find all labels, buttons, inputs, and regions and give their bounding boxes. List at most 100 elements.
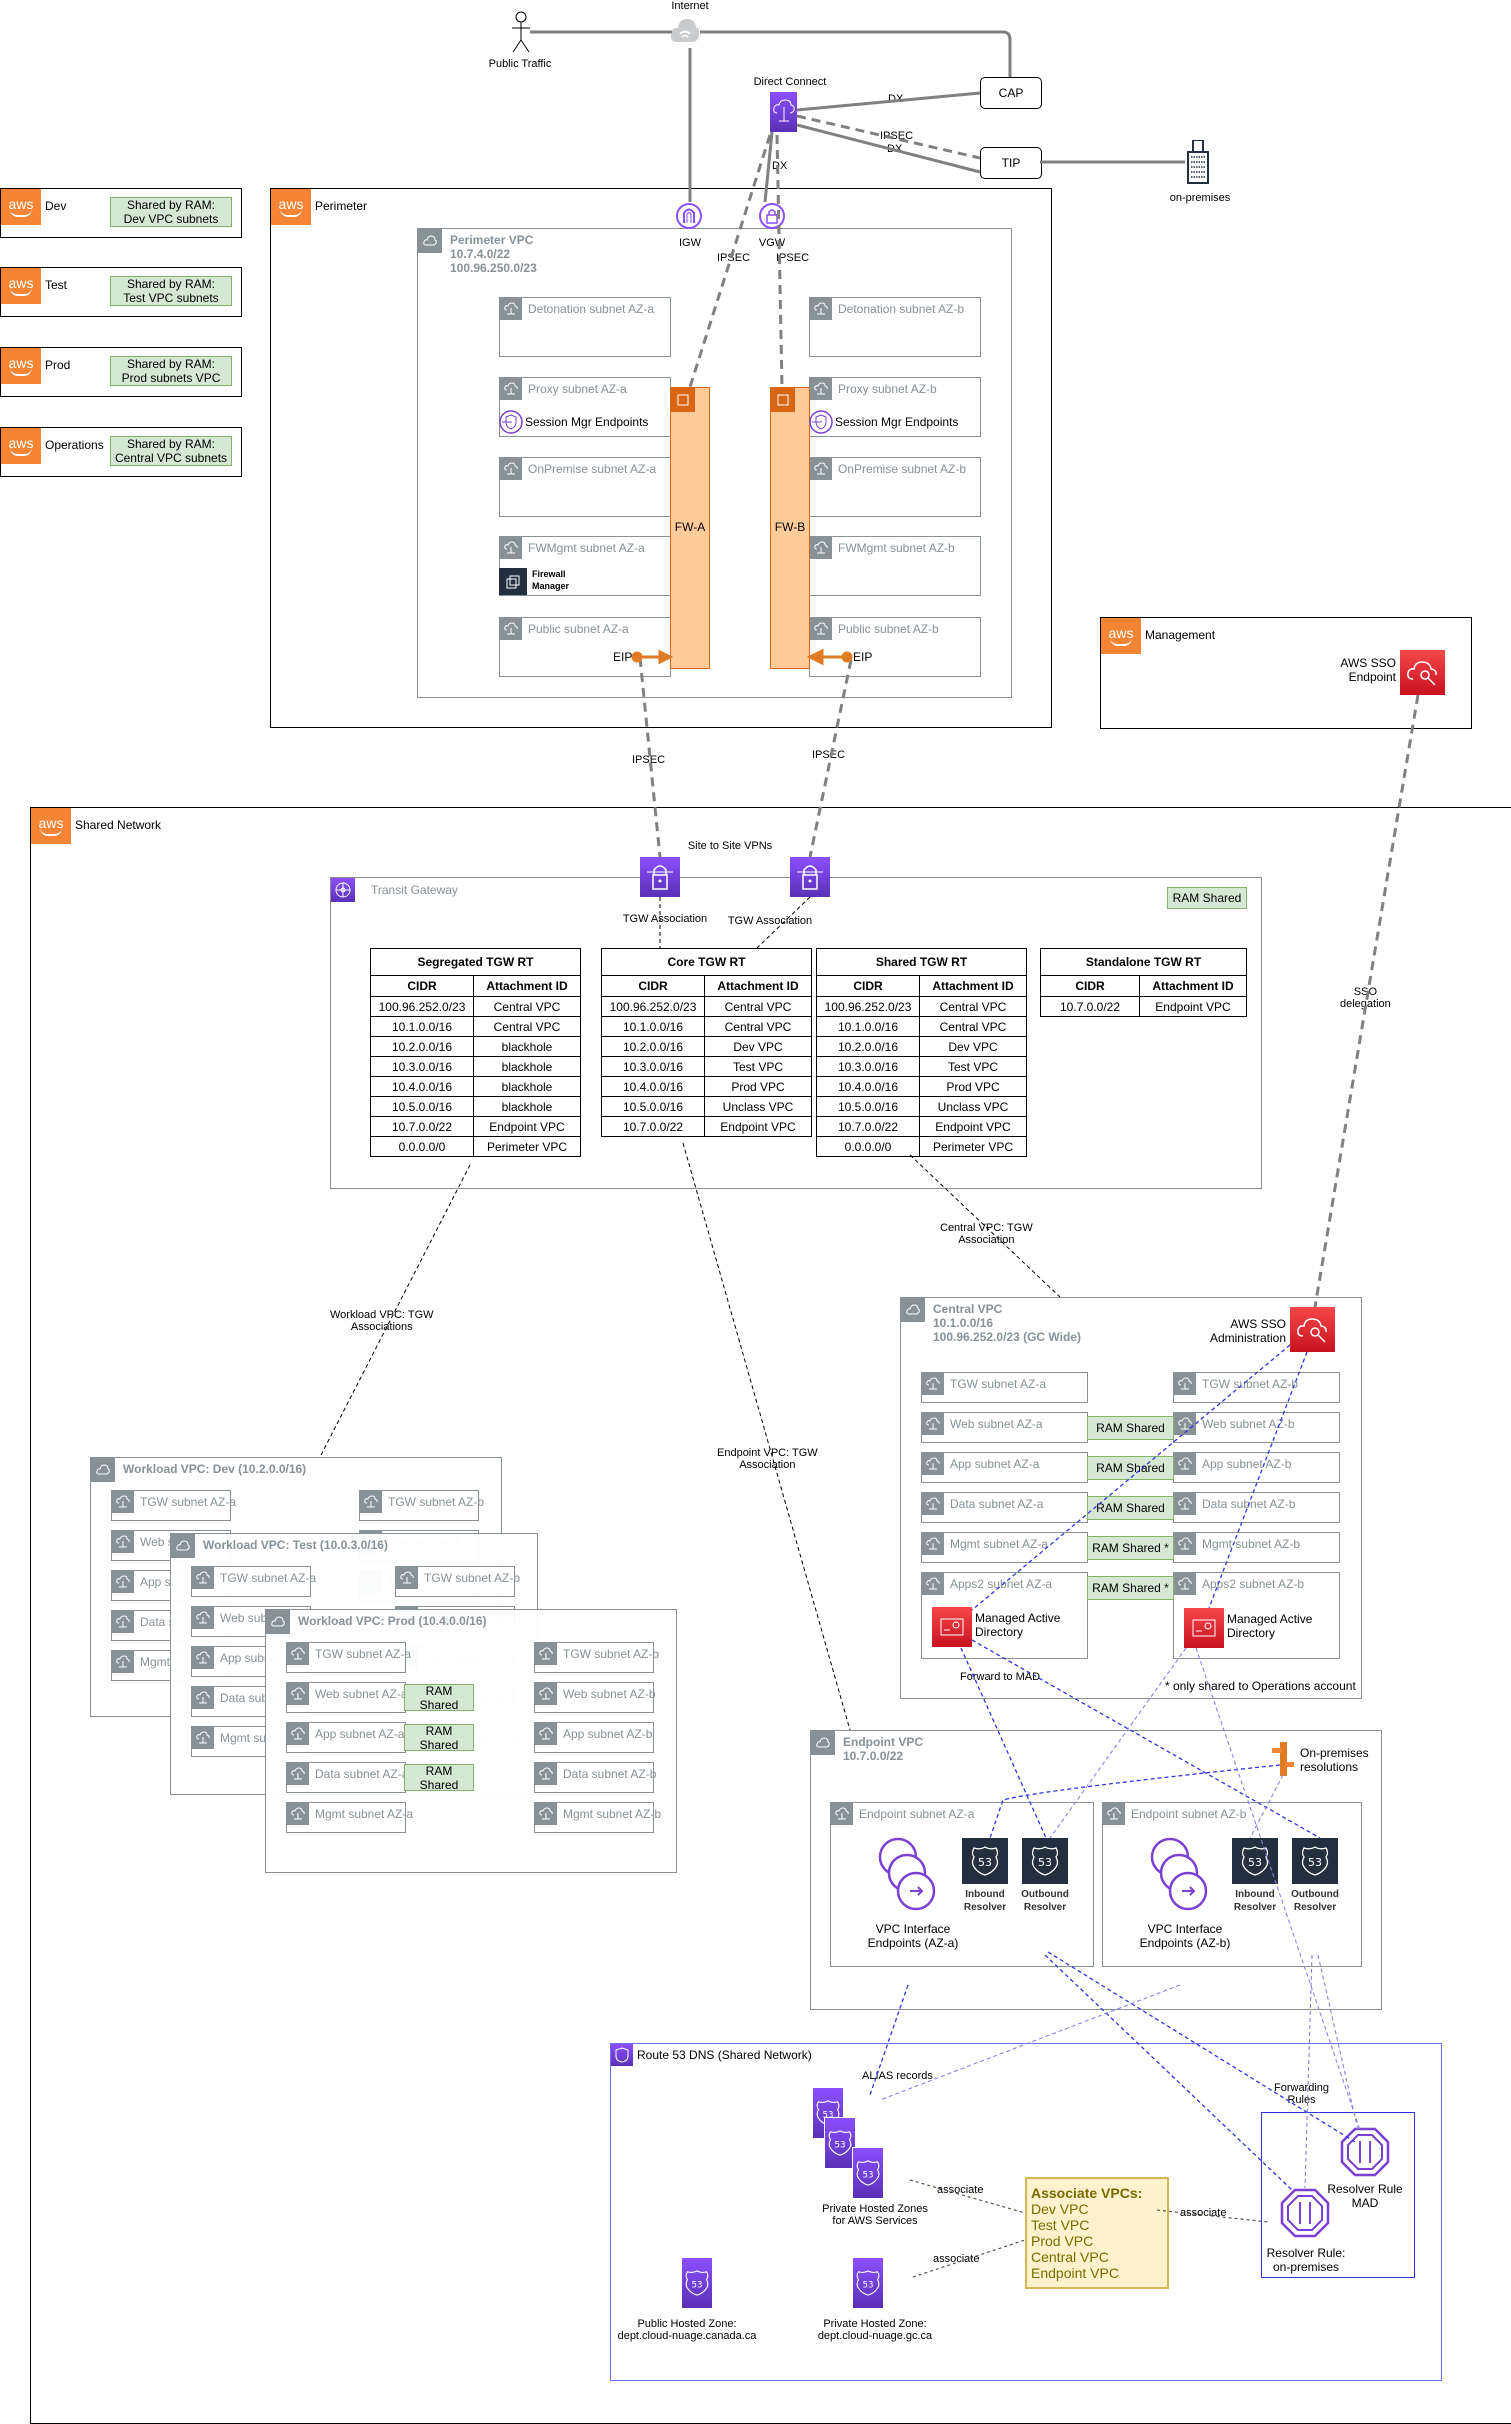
- public-hosted-zone-icon[interactable]: 53: [681, 2257, 713, 2309]
- firewall-b[interactable]: FW-B: [770, 387, 810, 669]
- aws-logo-icon: aws: [1, 428, 41, 464]
- workload-vpc-prod: Workload VPC: Prod (10.4.0.0/16) TGW subn…: [265, 1609, 677, 1873]
- resolver-rule-mad-icon[interactable]: [1340, 2127, 1390, 2177]
- tip-node[interactable]: TIP: [980, 147, 1042, 179]
- resolver-inbound-icon[interactable]: 53: [1232, 1838, 1278, 1884]
- direct-connect-icon[interactable]: [770, 92, 797, 132]
- ram-shared-badge: RAM Shared *: [1087, 1536, 1174, 1560]
- column-header: Attachment ID: [919, 975, 1027, 997]
- subnet-label: Endpoint subnet AZ-a: [859, 1807, 975, 1821]
- route-row: 0.0.0.0/0 Perimeter VPC: [816, 1136, 1027, 1157]
- cidr-cell: 10.3.0.0/16: [601, 1056, 705, 1077]
- workload-subnet-b: TGW subnet AZ-b: [395, 1566, 520, 1597]
- route-row: 10.4.0.0/16 blackhole: [370, 1076, 581, 1097]
- note-item: Test VPC: [1031, 2217, 1090, 2233]
- subnet-label: Web subnet AZ-a: [315, 1687, 408, 1701]
- private-hosted-zone-icon[interactable]: 53: [852, 2257, 884, 2309]
- firewall-label: FW-A: [674, 520, 706, 534]
- perimeter-subnet-a: OnPremise subnet AZ-a: [499, 457, 671, 517]
- subnet-label: Proxy subnet AZ-b: [838, 382, 937, 396]
- dx-label-vgw: DX: [772, 160, 788, 172]
- subnet-icon: [1174, 1573, 1196, 1595]
- note-item: Prod VPC: [1031, 2233, 1094, 2249]
- route-table-title: Standalone TGW RT: [1040, 948, 1247, 976]
- subnet-icon: [500, 618, 522, 640]
- subnet-icon: [810, 378, 832, 400]
- subnet-label: Proxy subnet AZ-a: [528, 382, 627, 396]
- route-row: 10.1.0.0/16 Central VPC: [601, 1016, 812, 1037]
- perimeter-subnet-b: OnPremise subnet AZ-b: [809, 457, 981, 517]
- subnet-label: Detonation subnet AZ-b: [838, 302, 965, 316]
- account-name: Shared Network: [75, 818, 162, 832]
- ipsec-label-fwb: IPSEC: [776, 252, 810, 264]
- subnet-label: Apps2 subnet AZ-b: [1202, 1577, 1305, 1591]
- resolver-outbound-icon[interactable]: 53: [1292, 1838, 1338, 1884]
- sso-endpoint-icon[interactable]: [1400, 650, 1445, 695]
- column-header: CIDR: [816, 975, 920, 997]
- phz-aws-3-icon[interactable]: 53: [852, 2147, 884, 2199]
- route-table-title: Segregated TGW RT: [370, 948, 581, 976]
- direct-connect-label: Direct Connect: [753, 76, 827, 88]
- perimeter-subnet-a: Public subnet AZ-a: [499, 617, 671, 677]
- vpc-title: Endpoint VPC 10.7.0.0/22: [843, 1735, 923, 1763]
- workload-subnet-b: TGW subnet AZ-b: [534, 1642, 659, 1673]
- workload-subnet-b: Data subnet AZ-b: [534, 1762, 656, 1793]
- firewall-manager-label: Firewall Manager: [532, 569, 570, 591]
- attachment-cell: blackhole: [473, 1076, 581, 1097]
- central-subnet-b: Mgmt subnet AZ-b: [1173, 1532, 1340, 1563]
- column-header: Attachment ID: [473, 975, 581, 997]
- route-row: 10.5.0.0/16 Unclass VPC: [601, 1096, 812, 1117]
- workload-subnet-a: Data subnet AZ-a: [286, 1762, 408, 1793]
- vpc-lock-icon: [171, 1534, 195, 1558]
- on-premises-building-icon: [1185, 139, 1211, 184]
- subnet-label: Mgmt subnet AZ-a: [315, 1807, 414, 1821]
- tgw-association-label-b: TGW Association: [725, 915, 815, 927]
- route-table: Core TGW RT CIDR Attachment ID 100.96.252.0…: [601, 948, 812, 1137]
- vpn-gateway-a-icon[interactable]: [640, 857, 680, 897]
- resolver-outbound-icon[interactable]: 53: [1022, 1838, 1068, 1884]
- ipsec-label-vpn-b: IPSEC: [812, 749, 846, 761]
- workload-subnet-b: Mgmt subnet AZ-b: [534, 1802, 661, 1833]
- subnet-icon: [360, 1491, 382, 1513]
- attachment-cell: blackhole: [473, 1036, 581, 1057]
- igw-icon[interactable]: [675, 202, 703, 230]
- subnet-icon: [810, 298, 832, 320]
- subnet-label: Detonation subnet AZ-a: [528, 302, 655, 316]
- subnet-icon: [1174, 1453, 1196, 1475]
- svg-text:53: 53: [862, 2170, 873, 2180]
- subnet-icon: [535, 1723, 557, 1745]
- note-title: Associate VPCs:: [1031, 2185, 1143, 2201]
- subnet-icon: [1174, 1493, 1196, 1515]
- subnet-label: App subnet AZ-b: [563, 1727, 653, 1741]
- workload-tgw-assoc-label: Workload VPC: TGW Associations: [330, 1309, 434, 1333]
- workload-subnet-b: App subnet AZ-b: [534, 1722, 654, 1753]
- subnet-icon: [287, 1803, 309, 1825]
- cidr-cell: 10.2.0.0/16: [370, 1036, 474, 1057]
- subnet-icon: [810, 537, 832, 559]
- attachment-cell: Endpoint VPC: [704, 1116, 812, 1137]
- subnet-icon: [831, 1803, 853, 1825]
- subnet-label: TGW subnet AZ-b: [1202, 1377, 1299, 1391]
- subnet-icon: [500, 298, 522, 320]
- managed-ad-b-icon[interactable]: [1184, 1608, 1224, 1648]
- sso-admin-icon[interactable]: [1290, 1307, 1335, 1352]
- attachment-cell: Dev VPC: [704, 1036, 812, 1057]
- attachment-cell: Central VPC: [473, 996, 581, 1017]
- account-name: Operations: [45, 438, 104, 452]
- subnet-icon: [922, 1573, 944, 1595]
- subnet-label: Mgmt subnet AZ-b: [563, 1807, 662, 1821]
- firewall-a[interactable]: FW-A: [670, 387, 710, 669]
- resolver-inbound-icon[interactable]: 53: [962, 1838, 1008, 1884]
- cap-node[interactable]: CAP: [980, 77, 1042, 109]
- subnet-icon: [922, 1453, 944, 1475]
- managed-ad-a-icon[interactable]: [932, 1607, 972, 1647]
- vgw-icon[interactable]: [758, 202, 786, 230]
- vpc-lock-icon: [418, 229, 442, 253]
- account-name: Prod: [45, 358, 71, 372]
- eip-label-a: EIP: [613, 650, 633, 664]
- subnet-label: Mgmt subnet AZ-a: [950, 1537, 1049, 1551]
- vpn-gateway-b-icon[interactable]: [790, 857, 830, 897]
- vpc-interface-endpoints-b-icon: [1150, 1835, 1210, 1915]
- resolver-rule-onprem-icon[interactable]: [1280, 2188, 1330, 2238]
- subnet-icon: [535, 1643, 557, 1665]
